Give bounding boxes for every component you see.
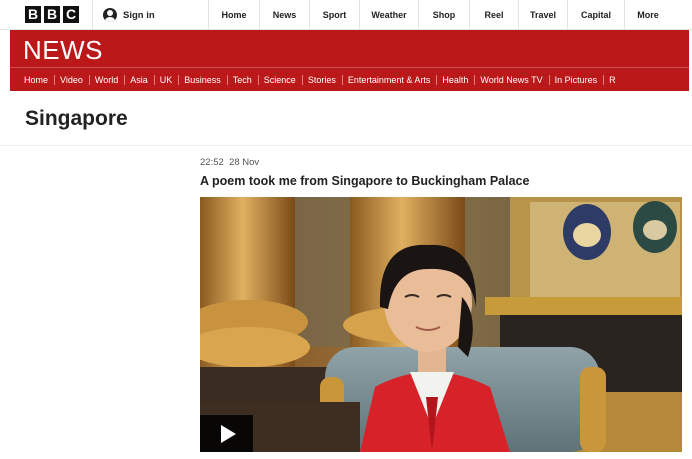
bbc-logo-letter: C xyxy=(63,6,79,23)
sign-in-link[interactable]: Sign in xyxy=(92,0,208,30)
news-nav-world-news-tv[interactable]: World News TV xyxy=(474,68,548,91)
divider xyxy=(0,145,692,146)
bbc-logo-letter: B xyxy=(44,6,60,23)
news-nav-uk[interactable]: UK xyxy=(153,68,179,91)
news-nav-asia[interactable]: Asia xyxy=(124,68,154,91)
top-nav-reel[interactable]: Reel xyxy=(469,0,518,30)
news-nav-business[interactable]: Business xyxy=(178,68,227,91)
article-timestamp: 22:52 28 Nov xyxy=(200,157,259,168)
news-nav-stories[interactable]: Stories xyxy=(301,68,342,91)
top-nav-travel[interactable]: Travel xyxy=(518,0,567,30)
news-header: NEWS Home Video World Asia UK Business T… xyxy=(10,30,689,91)
news-nav-science[interactable]: Science xyxy=(257,68,302,91)
news-title[interactable]: NEWS xyxy=(23,35,103,66)
news-nav-health[interactable]: Health xyxy=(436,68,474,91)
top-nav: Home News Sport Weather Shop Reel Travel… xyxy=(208,0,671,30)
article-headline[interactable]: A poem took me from Singapore to Bucking… xyxy=(200,174,529,188)
top-nav-capital[interactable]: Capital xyxy=(567,0,624,30)
top-bar: B B C Sign in Home News Sport Weather Sh… xyxy=(0,0,692,30)
article-date: 28 Nov xyxy=(229,157,260,168)
news-nav-more-truncated[interactable]: R xyxy=(603,68,622,91)
play-icon xyxy=(221,424,236,443)
article-time: 22:52 xyxy=(200,157,224,168)
news-nav-tech[interactable]: Tech xyxy=(226,68,258,91)
top-nav-shop[interactable]: Shop xyxy=(418,0,469,30)
user-icon xyxy=(103,8,117,22)
top-nav-sport[interactable]: Sport xyxy=(309,0,359,30)
news-nav-world[interactable]: World xyxy=(88,68,124,91)
news-nav-entertainment-arts[interactable]: Entertainment & Arts xyxy=(341,68,437,91)
thumbnail-image xyxy=(200,197,682,452)
sign-in-label: Sign in xyxy=(123,9,155,21)
top-nav-more[interactable]: More xyxy=(624,0,671,30)
news-nav: Home Video World Asia UK Business Tech S… xyxy=(10,67,689,91)
bbc-logo-letter: B xyxy=(25,6,41,23)
news-nav-in-pictures[interactable]: In Pictures xyxy=(548,68,604,91)
article-video-thumbnail[interactable] xyxy=(200,197,682,452)
top-nav-weather[interactable]: Weather xyxy=(359,0,418,30)
news-nav-home[interactable]: Home xyxy=(10,68,54,91)
bbc-logo[interactable]: B B C xyxy=(25,6,79,23)
top-nav-news[interactable]: News xyxy=(259,0,309,30)
top-nav-home[interactable]: Home xyxy=(208,0,259,30)
play-button[interactable] xyxy=(200,415,253,452)
news-nav-video[interactable]: Video xyxy=(54,68,89,91)
page-title: Singapore xyxy=(25,107,128,130)
